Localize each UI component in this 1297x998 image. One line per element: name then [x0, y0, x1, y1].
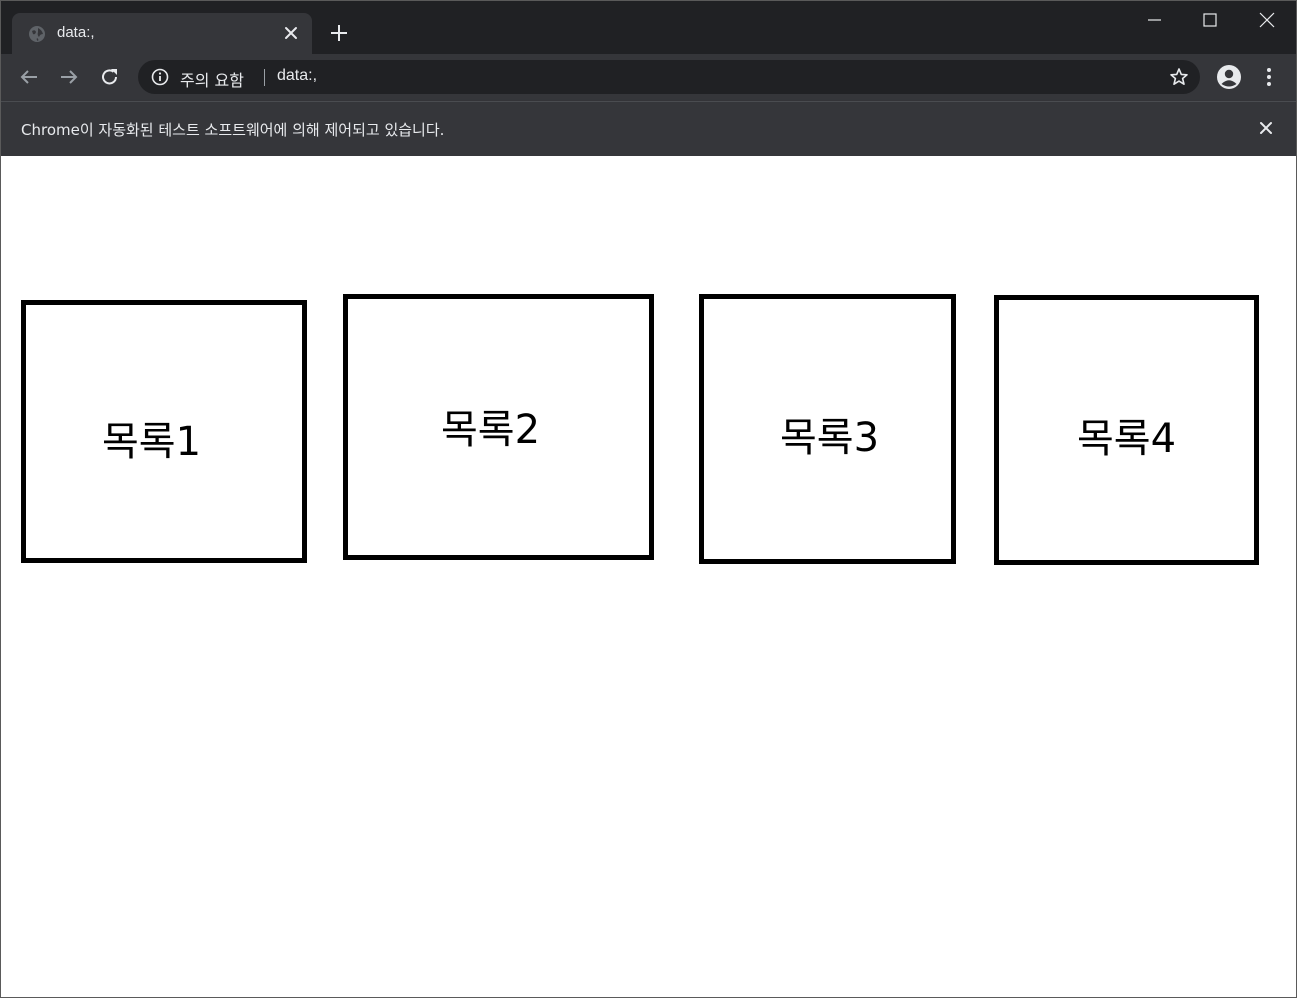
globe-icon [28, 25, 46, 43]
plus-icon[interactable] [328, 22, 350, 44]
box-label: 목록4 [1077, 416, 1177, 462]
maximize-icon[interactable] [1199, 9, 1221, 31]
address-bar[interactable]: 주의 요함 data:, [138, 60, 1200, 94]
infobar-message: Chrome이 자동화된 테스트 소프트웨어에 의해 제어되고 있습니다. [21, 121, 445, 139]
address-divider [264, 69, 265, 86]
list-box-4[interactable]: 목록4 [994, 295, 1259, 565]
tab-strip: data:, [1, 1, 1296, 54]
close-icon[interactable] [1257, 119, 1275, 137]
url-text[interactable]: data:, [277, 67, 317, 85]
info-icon[interactable] [151, 68, 169, 86]
automation-infobar: Chrome이 자동화된 테스트 소프트웨어에 의해 제어되고 있습니다. [1, 101, 1296, 156]
list-box-1[interactable]: 목록1 [21, 300, 307, 563]
box-label: 목록1 [102, 419, 202, 465]
back-arrow-icon[interactable] [18, 66, 40, 88]
page-content: 목록1 목록2 목록3 목록4 [1, 156, 1296, 997]
minimize-icon[interactable] [1144, 9, 1166, 31]
close-icon[interactable] [1256, 9, 1278, 31]
profile-icon[interactable] [1216, 64, 1242, 90]
browser-toolbar: 주의 요함 data:, [1, 54, 1296, 101]
browser-window: data:, 주의 요함 data:, Chrome이 자동화된 테스트 소프트… [0, 0, 1297, 998]
star-icon[interactable] [1169, 67, 1189, 87]
kebab-menu-icon[interactable] [1259, 66, 1279, 88]
tab-title: data:, [57, 24, 95, 41]
close-icon[interactable] [282, 24, 300, 42]
browser-tab[interactable]: data:, [12, 13, 312, 54]
box-label: 목록2 [441, 407, 541, 453]
list-box-3[interactable]: 목록3 [699, 294, 956, 564]
forward-arrow-icon[interactable] [58, 66, 80, 88]
reload-icon[interactable] [99, 66, 121, 88]
security-label[interactable]: 주의 요함 [180, 67, 244, 91]
list-box-2[interactable]: 목록2 [343, 294, 654, 560]
box-label: 목록3 [780, 415, 880, 461]
